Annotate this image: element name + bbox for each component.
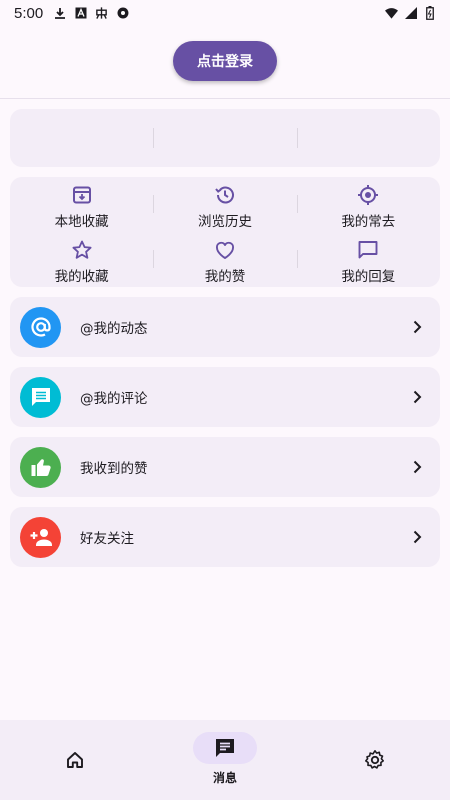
quick-action-label: 本地收藏 [54, 214, 109, 230]
wifi-icon [385, 7, 398, 20]
quick-action-label: 浏览历史 [197, 214, 252, 230]
archive-icon [71, 184, 93, 206]
chevron-right-icon [410, 320, 424, 334]
chevron-right-icon [410, 460, 424, 474]
header-divider [0, 98, 450, 99]
stat-cell[interactable] [153, 109, 296, 167]
list-item-label: @我的评论 [80, 391, 148, 407]
chevron-right-icon [410, 390, 424, 404]
a-square-icon [74, 7, 87, 20]
battery-icon [423, 6, 436, 20]
person-add-icon [20, 516, 61, 558]
list-item-label: 好友关注 [80, 531, 134, 547]
heart-outline-icon [214, 239, 236, 261]
list-item-friend-follows[interactable]: 好友关注 [10, 507, 440, 567]
message-icon [193, 732, 257, 764]
stat-cell[interactable] [296, 109, 440, 167]
nav-messages[interactable]: 消息 [150, 720, 300, 800]
home-icon [43, 744, 107, 776]
notification-app-icon [95, 7, 108, 20]
login-button[interactable]: 点击登录 [173, 41, 277, 81]
thumb-up-icon [20, 446, 61, 488]
browse-history-button[interactable]: 浏览历史 [153, 177, 296, 232]
bottom-navigation: 消息 [0, 720, 450, 800]
nav-settings[interactable] [300, 720, 450, 800]
status-time: 5:00 [14, 4, 44, 22]
at-sign-icon [20, 306, 61, 348]
signal-icon [404, 7, 417, 20]
location-target-icon [357, 184, 379, 206]
chevron-right-icon [410, 530, 424, 544]
my-favorites-button[interactable]: 我的收藏 [10, 232, 153, 287]
settings-icon [343, 744, 407, 776]
stats-card [10, 109, 440, 167]
frequent-places-button[interactable]: 我的常去 [296, 177, 440, 232]
my-replies-button[interactable]: 我的回复 [296, 232, 440, 287]
list-item-my-mentions[interactable]: @我的动态 [10, 297, 440, 357]
my-likes-button[interactable]: 我的赞 [153, 232, 296, 287]
status-bar: 5:00 [0, 0, 450, 26]
list-item-my-comments[interactable]: @我的评论 [10, 367, 440, 427]
local-favorites-button[interactable]: 本地收藏 [10, 177, 153, 232]
list-item-label: 我收到的赞 [80, 461, 148, 477]
download-icon [53, 7, 66, 20]
record-icon [116, 7, 129, 20]
list-item-received-likes[interactable]: 我收到的赞 [10, 437, 440, 497]
quick-action-label: 我的常去 [341, 214, 396, 230]
nav-messages-label: 消息 [212, 771, 237, 785]
nav-home[interactable] [0, 720, 150, 800]
stat-cell[interactable] [10, 109, 153, 167]
list-item-label: @我的动态 [80, 321, 148, 337]
comment-icon [20, 376, 61, 418]
quick-action-label: 我的赞 [204, 269, 246, 285]
chat-bubble-outline-icon [357, 239, 379, 261]
quick-action-label: 我的收藏 [54, 269, 109, 285]
quick-action-label: 我的回复 [341, 269, 396, 285]
quick-actions-card: 本地收藏 浏览历史 我的常去 我的收藏 我的赞 我的回复 [10, 177, 440, 287]
history-icon [214, 184, 236, 206]
star-outline-icon [71, 239, 93, 261]
